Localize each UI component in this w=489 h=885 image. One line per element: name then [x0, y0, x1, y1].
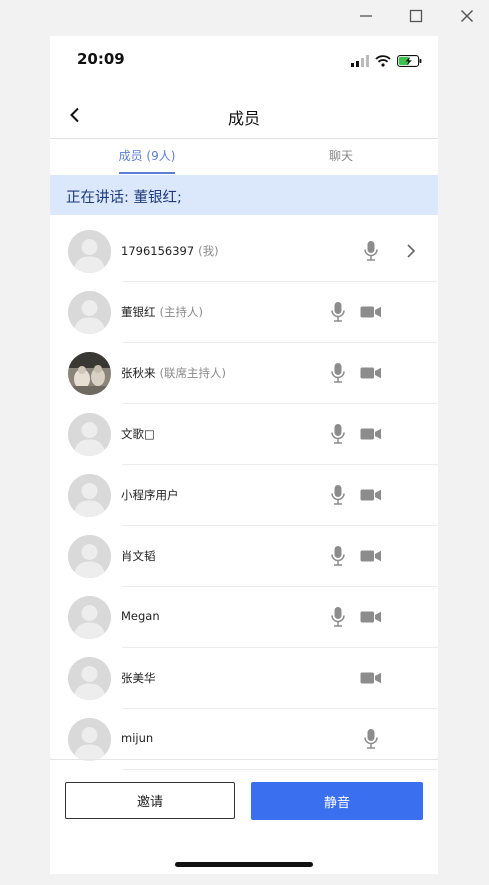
microphone-icon[interactable]: [331, 545, 345, 567]
avatar: [68, 413, 111, 456]
member-name-block: 董银红 (主持人): [121, 304, 203, 320]
member-list: 1796156397 (我) 董银红 (主持人) 张秋来 (联席主持人) 文歌□ 小程序用户肖…: [50, 221, 438, 770]
member-name: 文歌□: [121, 427, 155, 441]
member-row[interactable]: 文歌□: [50, 404, 438, 465]
member-name-block: 文歌□: [121, 426, 155, 442]
camera-icon[interactable]: [360, 609, 382, 625]
chevron-right-icon[interactable]: [405, 243, 417, 259]
camera-icon[interactable]: [360, 548, 382, 564]
avatar: [68, 230, 111, 273]
member-name: 董银红: [121, 305, 156, 319]
member-name-block: 张美华: [121, 670, 156, 686]
microphone-icon[interactable]: [331, 423, 345, 445]
signal-icon: [351, 52, 369, 71]
mute-all-button[interactable]: 静音: [251, 782, 423, 820]
member-role-tag: (我): [198, 244, 219, 258]
member-role-tag: (主持人): [159, 305, 203, 319]
microphone-icon[interactable]: [331, 362, 345, 384]
microphone-icon[interactable]: [364, 240, 378, 262]
status-icons: [351, 52, 422, 71]
status-time: 20:09: [77, 50, 125, 68]
speaking-banner: 正在讲话: 董银红;: [50, 175, 438, 215]
member-row[interactable]: mijun: [50, 709, 438, 770]
battery-charging-icon: [397, 52, 422, 71]
member-name-block: 肖文韬: [121, 548, 156, 564]
avatar: [68, 657, 111, 700]
member-name: mijun: [121, 731, 154, 745]
camera-icon[interactable]: [360, 487, 382, 503]
close-icon[interactable]: [457, 6, 477, 26]
invite-button[interactable]: 邀请: [65, 782, 235, 819]
member-name: 张秋来: [121, 366, 156, 380]
microphone-icon[interactable]: [331, 606, 345, 628]
avatar: [68, 718, 111, 761]
member-name: 小程序用户: [121, 488, 179, 502]
tab-chat[interactable]: 聊天: [244, 138, 438, 175]
home-indicator: [175, 862, 313, 867]
maximize-icon[interactable]: [406, 6, 426, 26]
tab-members[interactable]: 成员 (9人): [50, 138, 244, 175]
member-name-block: 1796156397 (我): [121, 243, 219, 259]
microphone-icon[interactable]: [364, 728, 378, 750]
wifi-icon: [375, 52, 391, 71]
avatar: [68, 352, 111, 395]
avatar: [68, 474, 111, 517]
status-bar: 20:09: [50, 36, 438, 82]
member-row[interactable]: 张秋来 (联席主持人): [50, 343, 438, 404]
member-name-block: mijun: [121, 731, 153, 745]
avatar: [68, 291, 111, 334]
member-row[interactable]: 小程序用户: [50, 465, 438, 526]
member-row[interactable]: Megan: [50, 587, 438, 648]
avatar: [68, 535, 111, 578]
member-name: Megan: [121, 609, 160, 623]
member-row[interactable]: 张美华: [50, 648, 438, 709]
member-name: 肖文韬: [121, 549, 156, 563]
divider: [50, 759, 438, 760]
tab-active-indicator: [119, 172, 175, 174]
tab-bar: 成员 (9人) 聊天: [50, 138, 438, 175]
camera-icon[interactable]: [360, 304, 382, 320]
avatar: [68, 596, 111, 639]
member-name: 1796156397: [121, 244, 195, 258]
nav-bar: 成员: [50, 92, 438, 139]
phone-screen: 20:09 成员 成员 (9人) 聊天 正在讲话: 董银红; 179615639…: [50, 36, 438, 874]
member-name: 张美华: [121, 671, 156, 685]
member-role-tag: (联席主持人): [159, 366, 226, 380]
microphone-icon[interactable]: [331, 484, 345, 506]
camera-icon[interactable]: [360, 426, 382, 442]
camera-icon[interactable]: [360, 670, 382, 686]
member-name-block: 张秋来 (联席主持人): [121, 365, 226, 381]
member-row[interactable]: 1796156397 (我): [50, 221, 438, 282]
speaking-text: 正在讲话: 董银红;: [66, 190, 182, 206]
member-row[interactable]: 董银红 (主持人): [50, 282, 438, 343]
member-name-block: Megan: [121, 609, 160, 623]
row-divider: [122, 769, 438, 770]
camera-icon[interactable]: [360, 365, 382, 381]
member-name-block: 小程序用户: [121, 487, 179, 503]
minimize-icon[interactable]: [356, 6, 376, 26]
page-title: 成员: [227, 109, 260, 128]
microphone-icon[interactable]: [331, 301, 345, 323]
member-row[interactable]: 肖文韬: [50, 526, 438, 587]
